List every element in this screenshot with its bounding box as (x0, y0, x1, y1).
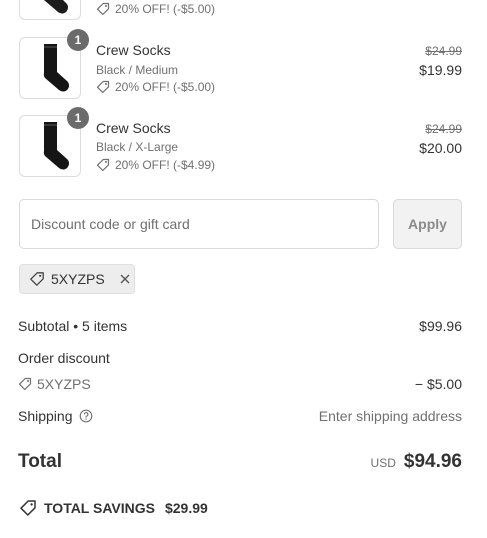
tag-icon (20, 500, 36, 516)
total-label: Total (18, 451, 62, 472)
currency-code: USD (370, 456, 396, 470)
order-discount-value: − $5.00 (414, 376, 462, 392)
savings-value: $29.99 (164, 500, 208, 516)
tag-icon (96, 2, 110, 16)
item-discount: 20% OFF! (-$4.99) (96, 158, 215, 172)
item-price: $20.00 (419, 140, 462, 156)
tag-icon (96, 158, 110, 172)
total-savings: TOTAL SAVINGS $29.99 (19, 499, 208, 517)
item-discount: 20% OFF! (-$5.00) (96, 80, 215, 94)
total-amount: USD $94.96 (371, 451, 462, 473)
applied-code: 5XYZPS (51, 271, 105, 287)
subtotal-label: Subtotal • 5 items (18, 318, 128, 334)
sock-image (44, 0, 68, 14)
order-discount-label: Order discount (18, 350, 110, 366)
tag-icon (30, 272, 44, 286)
item-price: $19.99 (419, 62, 462, 78)
product-thumbnail (19, 0, 81, 20)
savings-label: TOTAL SAVINGS (44, 500, 155, 516)
item-discount: 20% OFF! (-$5.00) (96, 2, 215, 16)
order-discount-code: 5XYZPS (18, 376, 91, 392)
subtotal-value: $99.96 (419, 318, 462, 334)
applied-discount-chip: 5XYZPS (19, 264, 135, 294)
tag-icon (18, 377, 32, 391)
discount-code-input[interactable] (19, 199, 379, 249)
item-name: Crew Socks (96, 120, 171, 136)
shipping-label: Shipping (18, 408, 73, 424)
quantity-badge: 1 (67, 29, 89, 51)
item-name: Crew Socks (96, 42, 171, 58)
original-price: $24.99 (425, 122, 462, 136)
item-variant: Black / Medium (96, 63, 179, 77)
close-icon[interactable] (119, 273, 131, 285)
apply-button[interactable]: Apply (393, 199, 462, 249)
shipping-value: Enter shipping address (318, 408, 462, 424)
item-variant: Black / X-Large (96, 140, 179, 154)
total-value: $94.96 (403, 451, 462, 472)
shipping-row: Shipping (18, 408, 93, 424)
quantity-badge: 1 (67, 107, 89, 129)
help-circle-icon[interactable] (79, 409, 93, 423)
tag-icon (96, 80, 110, 94)
original-price: $24.99 (425, 44, 462, 58)
